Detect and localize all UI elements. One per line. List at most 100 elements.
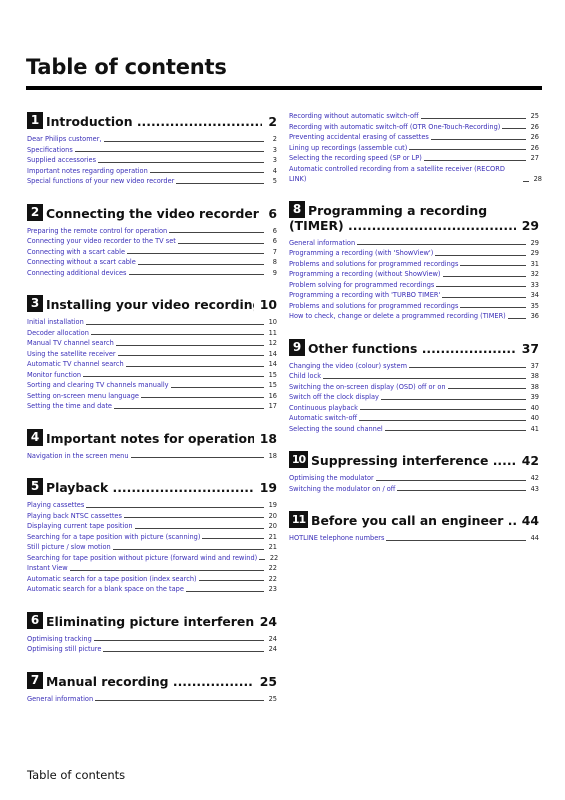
section-title[interactable]: Playback [46, 480, 254, 495]
toc-entry-label[interactable]: Automatic search for a blank space on th… [27, 584, 184, 595]
toc-entry[interactable]: Problems and solutions for programmed re… [289, 301, 539, 312]
toc-entry-label[interactable]: Navigation in the screen menu [27, 451, 129, 462]
toc-entry-label[interactable]: Using the satellite receiver [27, 349, 116, 360]
toc-entry-label[interactable]: Programming a recording (with 'ShowView'… [289, 248, 433, 259]
toc-entry[interactable]: Setting the time and date 17 [27, 401, 277, 412]
toc-entry[interactable]: Decoder allocation 11 [27, 328, 277, 339]
toc-entry[interactable]: Setting on-screen menu language 16 [27, 391, 277, 402]
toc-entry-label[interactable]: Continuous playback [289, 403, 358, 414]
toc-entry-label[interactable]: Selecting the recording speed (SP or LP) [289, 153, 422, 164]
section-title[interactable]: Introduction [46, 114, 262, 129]
toc-entry[interactable]: Switching the on-screen display (OSD) of… [289, 382, 539, 393]
section-heading[interactable]: 2Connecting the video recorder 6 [27, 203, 277, 221]
toc-entry[interactable]: Continuous playback 40 [289, 403, 539, 414]
section-title-line1[interactable]: Programming a recording [308, 203, 487, 218]
toc-entry-label[interactable]: Changing the video (colour) system [289, 361, 407, 372]
toc-entry[interactable]: Connecting with a scart cable 7 [27, 247, 277, 258]
toc-entry[interactable]: General information 29 [289, 238, 539, 249]
toc-entry-label[interactable]: Recording without automatic switch-off [289, 111, 419, 122]
toc-entry[interactable]: Programming a recording (without ShowVie… [289, 269, 539, 280]
toc-entry[interactable]: Connecting without a scart cable 8 [27, 257, 277, 268]
toc-entry[interactable]: Connecting additional devices 9 [27, 268, 277, 279]
toc-entry[interactable]: Optimising still picture 24 [27, 644, 277, 655]
toc-entry[interactable]: Important notes regarding operation 4 [27, 166, 277, 177]
toc-entry-label[interactable]: Automatic switch-off [289, 413, 357, 424]
toc-entry-label[interactable]: General information [289, 238, 355, 249]
section-title[interactable]: Installing your video recording [46, 297, 254, 312]
section-title[interactable]: (TIMER) [289, 218, 516, 233]
toc-entry-label[interactable]: Connecting additional devices [27, 268, 127, 279]
toc-entry-label[interactable]: Connecting your video recorder to the TV… [27, 236, 176, 247]
toc-entry[interactable]: Problems and solutions for programmed re… [289, 259, 539, 270]
toc-entry-label[interactable]: Programming a recording (without ShowVie… [289, 269, 441, 280]
toc-entry-label[interactable]: Preventing accidental erasing of cassett… [289, 132, 429, 143]
section-title[interactable]: Suppressing interference [311, 453, 516, 468]
toc-entry[interactable]: Supplied accessories 3 [27, 155, 277, 166]
section-title[interactable]: Connecting the video recorder [46, 206, 262, 221]
toc-entry[interactable]: Searching for a tape position with pictu… [27, 532, 277, 543]
toc-entry[interactable]: Changing the video (colour) system 37 [289, 361, 539, 372]
toc-entry-label[interactable]: Dear Philips customer, [27, 134, 102, 145]
section-heading[interactable]: 3Installing your video recording 10 [27, 295, 277, 312]
toc-entry[interactable]: Using the satellite receiver 14 [27, 349, 277, 360]
toc-entry-label[interactable]: How to check, change or delete a program… [289, 311, 506, 322]
toc-entry[interactable]: Sorting and clearing TV channels manuall… [27, 380, 277, 391]
toc-entry-label[interactable]: Connecting without a scart cable [27, 257, 136, 268]
toc-entry-label[interactable]: Playing cassettes [27, 500, 84, 511]
toc-entry-label[interactable]: Initial installation [27, 317, 84, 328]
toc-entry[interactable]: Connecting your video recorder to the TV… [27, 236, 277, 247]
toc-entry-label[interactable]: Automatic controlled recording from a sa… [289, 164, 521, 185]
toc-entry[interactable]: Automatic search for a tape position (in… [27, 574, 277, 585]
toc-entry[interactable]: Switch off the clock display 39 [289, 392, 539, 403]
toc-entry[interactable]: Automatic search for a blank space on th… [27, 584, 277, 595]
toc-entry-label[interactable]: Displaying current tape position [27, 521, 133, 532]
toc-entry-label[interactable]: Child lock [289, 371, 321, 382]
section-title[interactable]: Manual recording [46, 674, 254, 689]
section-heading[interactable]: 6Eliminating picture interference 24 [27, 611, 277, 629]
toc-entry-label[interactable]: Problem solving for programmed recording… [289, 280, 434, 291]
section-heading[interactable]: 9Other functions 37 [289, 338, 539, 356]
toc-entry[interactable]: Optimising the modulator 42 [289, 473, 539, 484]
toc-entry-label[interactable]: Preparing the remote control for operati… [27, 226, 167, 237]
toc-entry[interactable]: Still picture / slow motion 21 [27, 542, 277, 553]
toc-entry-label[interactable]: Monitor function [27, 370, 81, 381]
toc-entry-label[interactable]: Switch off the clock display [289, 392, 379, 403]
toc-entry[interactable]: Manual TV channel search 12 [27, 338, 277, 349]
toc-entry-label[interactable]: Specifications [27, 145, 73, 156]
toc-entry-label[interactable]: Problems and solutions for programmed re… [289, 259, 458, 270]
toc-entry[interactable]: Initial installation 10 [27, 317, 277, 328]
toc-entry-label[interactable]: Lining up recordings (assemble cut) [289, 143, 407, 154]
section-title[interactable]: Important notes for operation [46, 431, 254, 446]
toc-entry[interactable]: Child lock 38 [289, 371, 539, 382]
toc-entry-label[interactable]: Switching the on-screen display (OSD) of… [289, 382, 446, 393]
toc-entry[interactable]: Instant View 22 [27, 563, 277, 574]
toc-entry-label[interactable]: Manual TV channel search [27, 338, 114, 349]
toc-entry-label[interactable]: Connecting with a scart cable [27, 247, 125, 258]
toc-entry[interactable]: Preparing the remote control for operati… [27, 226, 277, 237]
section-heading[interactable]: 8Programming a recording(TIMER) 29 [289, 200, 539, 233]
toc-entry[interactable]: Selecting the sound channel 41 [289, 424, 539, 435]
toc-entry[interactable]: General information 25 [27, 694, 277, 705]
toc-entry-label[interactable]: Optimising tracking [27, 634, 92, 645]
toc-entry[interactable]: Navigation in the screen menu 18 [27, 451, 277, 462]
toc-entry[interactable]: Playing back NTSC cassettes 20 [27, 511, 277, 522]
toc-entry[interactable]: Displaying current tape position 20 [27, 521, 277, 532]
toc-entry[interactable]: Playing cassettes 19 [27, 500, 277, 511]
toc-entry-label[interactable]: Automatic TV channel search [27, 359, 124, 370]
toc-entry[interactable]: Problem solving for programmed recording… [289, 280, 539, 291]
section-title[interactable]: Eliminating picture interference [46, 614, 254, 629]
toc-entry[interactable]: Selecting the recording speed (SP or LP)… [289, 153, 539, 164]
toc-entry-label[interactable]: Searching for a tape position with pictu… [27, 532, 200, 543]
toc-entry-label[interactable]: Searching for tape position without pict… [27, 553, 257, 564]
toc-entry[interactable]: Dear Philips customer, 2 [27, 134, 277, 145]
section-heading[interactable]: 10Suppressing interference 42 [289, 451, 539, 468]
toc-entry[interactable]: Optimising tracking 24 [27, 634, 277, 645]
toc-entry[interactable]: Switching the modulator on / off 43 [289, 484, 539, 495]
section-heading[interactable]: 1Introduction 2 [27, 112, 277, 129]
toc-entry[interactable]: Searching for tape position without pict… [27, 553, 278, 564]
toc-entry-label[interactable]: Problems and solutions for programmed re… [289, 301, 458, 312]
toc-entry[interactable]: Recording with automatic switch-off (OTR… [289, 122, 539, 133]
toc-entry-label[interactable]: Important notes regarding operation [27, 166, 148, 177]
toc-entry-label[interactable]: Setting the time and date [27, 401, 112, 412]
toc-entry-label[interactable]: General information [27, 694, 93, 705]
